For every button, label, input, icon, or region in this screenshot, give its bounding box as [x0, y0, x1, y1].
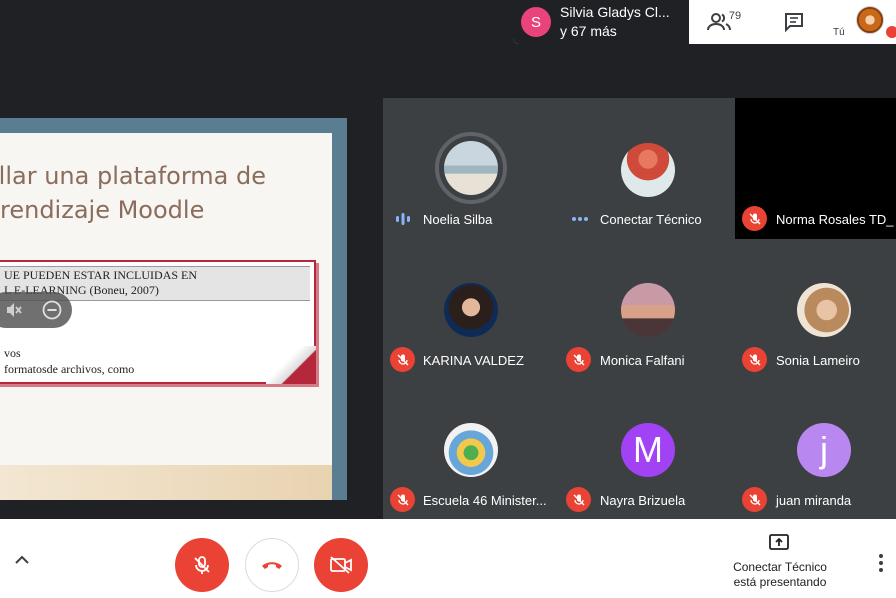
page-curl	[266, 346, 316, 384]
present-icon	[769, 534, 789, 550]
notification-text: Silvia Gladys Cl... y 67 más	[560, 3, 670, 41]
expand-details-button[interactable]	[12, 553, 32, 572]
chat-icon	[785, 13, 803, 32]
participant-name: juan miranda	[776, 493, 852, 508]
notification-line1: Silvia Gladys Cl...	[560, 4, 670, 20]
more-options-button[interactable]	[874, 553, 888, 578]
presenting-name: Conectar Técnico	[733, 560, 827, 574]
participant-name: KARINA VALDEZ	[423, 353, 524, 368]
participant-name: Noelia Silba	[423, 212, 493, 227]
avatar-monica[interactable]	[621, 283, 675, 337]
slide-line-1: UE PUEDEN ESTAR INCLUIDAS EN	[4, 268, 198, 282]
mute-presenter-button[interactable]	[4, 300, 24, 320]
mic-off-icon	[397, 494, 408, 505]
mic-off-icon	[749, 354, 760, 365]
presenting-text: está presentando	[733, 575, 827, 589]
remove-circle-icon	[42, 300, 62, 320]
more-dots-icon	[572, 217, 588, 221]
avatar-escuela[interactable]	[444, 423, 498, 477]
camera-off-icon	[330, 556, 352, 574]
remove-presenter-button[interactable]	[42, 300, 62, 320]
self-label: Tú	[833, 27, 845, 38]
notification-line2: y 67 más	[560, 23, 617, 39]
participant-name: Monica Falfani	[600, 353, 685, 368]
slide-title: ollar una plataforma de rendizaje Moodle	[0, 162, 266, 224]
muted-badge	[566, 347, 591, 372]
avatar-conectar[interactable]	[621, 143, 675, 197]
mic-off-icon	[573, 494, 584, 505]
participant-name: Sonia Lameiro	[776, 353, 860, 368]
camera-button[interactable]	[314, 538, 368, 592]
chevron-up-icon	[15, 555, 29, 564]
avatar-sonia[interactable]	[797, 283, 851, 337]
notification-avatar: S	[521, 7, 551, 37]
recording-indicator	[886, 26, 896, 38]
slide-line-4: formatosde archivos, como	[4, 362, 135, 376]
avatar-karina[interactable]	[444, 283, 498, 337]
avatar-noelia[interactable]	[444, 141, 498, 195]
slide-line-3: vos	[4, 346, 21, 360]
top-bar: S Silvia Gladys Cl... y 67 más 79 Tú	[513, 0, 896, 44]
muted-badge	[390, 487, 415, 512]
hang-up-icon	[262, 562, 282, 569]
muted-badge	[742, 347, 767, 372]
people-icon	[706, 13, 731, 31]
participant-name: Norma Rosales TD_	[776, 212, 894, 227]
chat-button[interactable]	[769, 6, 819, 38]
avatar-juan[interactable]: j	[797, 423, 851, 477]
muted-badge	[742, 487, 767, 512]
present-screen-button[interactable]	[768, 533, 790, 558]
mic-off-icon	[573, 354, 584, 365]
audio-level-icon	[396, 213, 410, 225]
bottom-bar: Conectar Técnico está presentando	[0, 519, 896, 598]
mic-off-icon	[749, 494, 760, 505]
participant-count: 79	[728, 10, 742, 22]
presenter-controls	[0, 292, 72, 328]
volume-off-icon	[7, 303, 22, 317]
muted-badge	[566, 487, 591, 512]
leave-call-button[interactable]	[245, 538, 299, 592]
join-notification[interactable]: S Silvia Gladys Cl... y 67 más	[513, 0, 689, 44]
microphone-button[interactable]	[175, 538, 229, 592]
mic-off-icon	[194, 556, 210, 574]
muted-badge	[390, 347, 415, 372]
muted-badge	[742, 206, 767, 231]
presenting-status: Conectar Técnico está presentando	[720, 560, 840, 590]
presentation-view[interactable]: ollar una plataforma de rendizaje Moodle…	[0, 118, 347, 500]
participant-name: Nayra Brizuela	[600, 493, 686, 508]
participant-name: Escuela 46 Minister...	[423, 493, 547, 508]
participant-name: Conectar Técnico	[600, 212, 702, 227]
mic-off-icon	[397, 354, 408, 365]
mic-off-icon	[749, 213, 760, 224]
slide-footer-band	[0, 465, 332, 500]
more-vert-icon	[879, 554, 883, 572]
participants-button[interactable]: 79	[699, 6, 749, 38]
self-avatar[interactable]	[856, 6, 884, 34]
avatar-nayra[interactable]: M	[621, 423, 675, 477]
